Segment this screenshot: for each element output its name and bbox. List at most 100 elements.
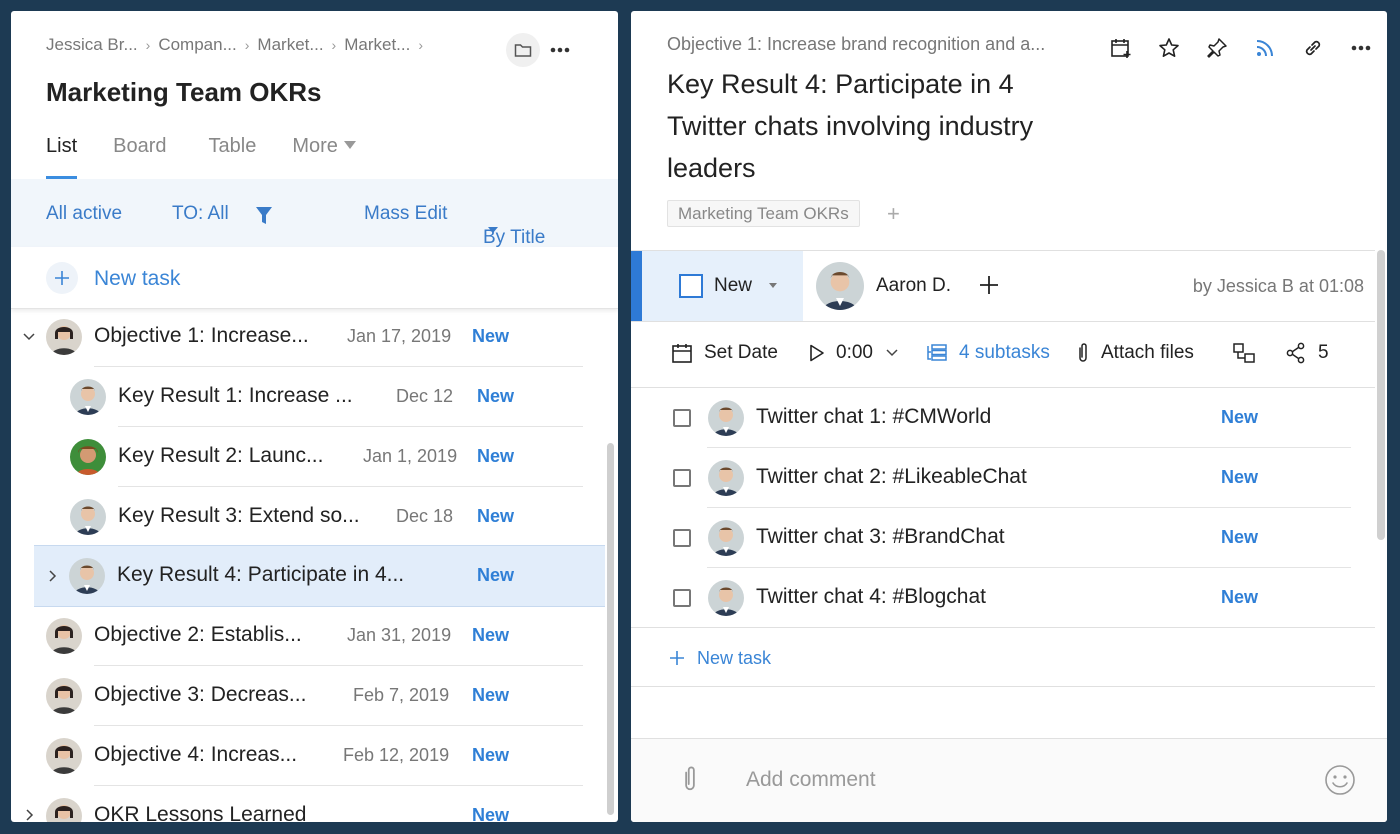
chevron-down-icon[interactable] bbox=[22, 329, 36, 343]
comment-input[interactable]: Add comment bbox=[746, 768, 876, 792]
set-date-button[interactable]: Set Date bbox=[671, 342, 778, 364]
subtask-checkbox[interactable] bbox=[673, 469, 691, 487]
status-dropdown[interactable]: New bbox=[631, 251, 803, 321]
tab-table[interactable]: Table bbox=[209, 133, 257, 179]
subtask-row[interactable]: Twitter chat 1: #CMWorld New bbox=[631, 388, 1375, 448]
task-date: Jan 31, 2019 bbox=[347, 625, 452, 645]
subtask-checkbox[interactable] bbox=[673, 409, 691, 427]
star-icon bbox=[1159, 38, 1179, 57]
comment-box[interactable]: Add comment bbox=[631, 738, 1387, 822]
subtask-row[interactable]: Twitter chat 3: #BrandChat New bbox=[631, 508, 1375, 568]
filter-icon[interactable] bbox=[255, 206, 273, 226]
status-badge[interactable]: New bbox=[477, 506, 514, 527]
status-badge[interactable]: New bbox=[477, 565, 514, 586]
subtask-title[interactable]: Twitter chat 2: #LikeableChat bbox=[756, 465, 1027, 489]
emoji-icon[interactable] bbox=[1324, 764, 1356, 796]
star-button[interactable] bbox=[1145, 33, 1193, 63]
status-badge[interactable]: New bbox=[472, 625, 509, 646]
subtask-title[interactable]: Twitter chat 3: #BrandChat bbox=[756, 525, 1005, 549]
pin-button[interactable] bbox=[1193, 33, 1241, 63]
add-tag-button[interactable]: + bbox=[887, 201, 900, 227]
status-badge[interactable]: New bbox=[1221, 587, 1258, 608]
new-subtask-row[interactable]: New task bbox=[631, 627, 1375, 687]
status-badge[interactable]: New bbox=[1221, 527, 1258, 548]
set-date-label: Set Date bbox=[704, 342, 778, 363]
tab-board[interactable]: Board bbox=[113, 133, 166, 179]
new-subtask-label[interactable]: New task bbox=[697, 648, 771, 669]
parent-task-link[interactable]: Objective 1: Increase brand recognition … bbox=[667, 34, 1045, 55]
task-row[interactable]: Key Result 3: Extend so... Dec 18 New bbox=[11, 487, 601, 547]
status-badge[interactable]: New bbox=[472, 805, 509, 822]
avatar bbox=[708, 400, 744, 436]
avatar bbox=[46, 618, 82, 654]
add-task-button[interactable] bbox=[46, 262, 78, 294]
attach-files-label: Attach files bbox=[1101, 342, 1194, 363]
folder-icon bbox=[514, 44, 532, 57]
new-task-label[interactable]: New task bbox=[94, 267, 180, 291]
subtasks-button[interactable]: 4 subtasks bbox=[926, 342, 1050, 364]
chevron-right-icon[interactable] bbox=[22, 808, 36, 822]
chevron-right-icon: › bbox=[145, 37, 151, 53]
subtask-checkbox[interactable] bbox=[673, 529, 691, 547]
breadcrumb-item[interactable]: Compan... bbox=[158, 35, 236, 55]
task-row[interactable]: Objective 3: Decreas... Feb 7, 2019 New bbox=[11, 666, 601, 726]
task-row[interactable]: Key Result 2: Launc... Jan 1, 2019 New bbox=[11, 427, 601, 487]
subtask-row[interactable]: Twitter chat 2: #LikeableChat New bbox=[631, 448, 1375, 508]
status-badge[interactable]: New bbox=[1221, 407, 1258, 428]
subtask-checkbox[interactable] bbox=[673, 589, 691, 607]
task-title: Objective 4: Increas... bbox=[94, 743, 298, 766]
scrollbar[interactable] bbox=[1377, 250, 1385, 540]
task-row[interactable]: OKR Lessons Learned New bbox=[11, 786, 601, 822]
task-title[interactable]: Key Result 4: Participate in 4 Twitter c… bbox=[667, 63, 1087, 189]
status-badge[interactable]: New bbox=[477, 446, 514, 467]
status-badge[interactable]: New bbox=[472, 326, 509, 347]
task-row-selected[interactable]: Key Result 4: Participate in 4... New bbox=[34, 545, 605, 607]
filter-status[interactable]: All active bbox=[46, 203, 122, 225]
status-badge[interactable]: New bbox=[1221, 467, 1258, 488]
assignee-name[interactable]: Aaron D. bbox=[876, 275, 951, 297]
task-row[interactable]: Objective 4: Increas... Feb 12, 2019 New bbox=[11, 726, 601, 786]
folder-button[interactable] bbox=[506, 33, 540, 67]
mass-edit-button[interactable]: Mass Edit bbox=[364, 203, 447, 225]
more-options-button[interactable] bbox=[547, 33, 573, 67]
assignee-avatar[interactable] bbox=[816, 262, 864, 310]
subtask-row[interactable]: Twitter chat 4: #Blogchat New bbox=[631, 568, 1375, 628]
dependency-icon bbox=[1233, 343, 1255, 363]
scrollbar[interactable] bbox=[607, 443, 614, 815]
breadcrumb-item[interactable]: Jessica Br... bbox=[46, 35, 138, 55]
subtask-title[interactable]: Twitter chat 1: #CMWorld bbox=[756, 405, 991, 429]
tab-list[interactable]: List bbox=[46, 133, 78, 179]
filter-assignee[interactable]: TO: All bbox=[172, 203, 229, 225]
task-row[interactable]: Objective 1: Increase... Jan 17, 2019 Ne… bbox=[11, 309, 601, 367]
breadcrumb-item[interactable]: Market... bbox=[257, 35, 323, 55]
status-badge[interactable]: New bbox=[472, 685, 509, 706]
task-row[interactable]: Objective 2: Establis... Jan 31, 2019 Ne… bbox=[11, 606, 601, 666]
add-to-calendar-button[interactable] bbox=[1097, 33, 1145, 63]
time-tracker-button[interactable]: 0:00 bbox=[809, 342, 899, 364]
list-header: Jessica Br... › Compan... › Market... › … bbox=[11, 11, 618, 179]
tab-more[interactable]: More bbox=[292, 133, 356, 179]
chevron-right-icon[interactable] bbox=[45, 569, 59, 583]
share-icon bbox=[1286, 342, 1305, 364]
play-icon bbox=[810, 344, 824, 362]
share-button[interactable]: 5 bbox=[1285, 342, 1329, 364]
copy-link-button[interactable] bbox=[1289, 33, 1337, 63]
new-task-row[interactable]: New task bbox=[11, 247, 618, 309]
attach-files-button[interactable]: Attach files bbox=[1076, 342, 1194, 364]
folder-tag[interactable]: Marketing Team OKRs bbox=[667, 200, 860, 227]
dependencies-button[interactable] bbox=[1232, 342, 1267, 364]
status-badge[interactable]: New bbox=[477, 386, 514, 407]
subtask-title[interactable]: Twitter chat 4: #Blogchat bbox=[756, 585, 986, 609]
avatar bbox=[46, 678, 82, 714]
add-assignee-icon[interactable] bbox=[977, 273, 1001, 297]
task-date: Dec 12 bbox=[396, 386, 454, 406]
task-row[interactable]: Key Result 1: Increase ... Dec 12 New bbox=[11, 367, 601, 427]
paperclip-icon[interactable] bbox=[681, 763, 699, 795]
more-options-button[interactable] bbox=[1337, 33, 1385, 63]
status-badge[interactable]: New bbox=[472, 745, 509, 766]
task-date: Jan 1, 2019 bbox=[363, 446, 458, 466]
task-title: Objective 3: Decreas... bbox=[94, 683, 307, 706]
status-checkbox[interactable] bbox=[679, 274, 703, 298]
follow-button[interactable] bbox=[1241, 33, 1289, 63]
breadcrumb-item[interactable]: Market... bbox=[344, 35, 410, 55]
